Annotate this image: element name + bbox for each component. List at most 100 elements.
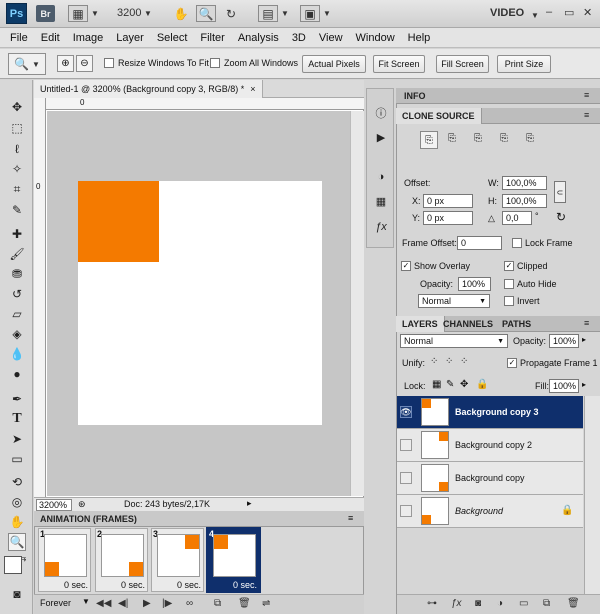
invert-checkbox[interactable] [504, 296, 514, 306]
vertical-scrollbar[interactable] [350, 111, 364, 496]
layer-name[interactable]: Background [455, 506, 503, 516]
zoom-tool-icon[interactable]: 🔍 [8, 533, 26, 551]
panel-menu-icon[interactable]: ≡ [348, 513, 353, 523]
clone-stamp-tool-icon[interactable]: ⛃ [8, 265, 26, 283]
chevron-down-icon[interactable]: ▼ [322, 5, 332, 22]
lock-transparency-icon[interactable]: ▦ [432, 379, 441, 390]
layer-row[interactable]: Background copy [397, 462, 583, 495]
zoom-all-windows-checkbox[interactable] [210, 58, 220, 68]
scale-h-field[interactable]: 100,0% [502, 194, 547, 208]
fx-panel-icon[interactable]: ƒx [373, 219, 389, 235]
restore-button[interactable]: ▭ [564, 6, 574, 19]
convert-timeline-icon[interactable]: ⇌ [262, 598, 270, 609]
layer-name[interactable]: Background copy 2 [455, 440, 532, 450]
pen-tool-icon[interactable]: ✒ [8, 390, 26, 408]
frame-delay[interactable]: 0 sec. [233, 580, 257, 590]
chevron-right-icon[interactable]: ▸ [582, 380, 586, 389]
brush-tool-icon[interactable]: 🖌 [8, 245, 26, 263]
eye-icon[interactable]: 👁 [400, 406, 412, 418]
workspace-switcher[interactable]: VIDEO [490, 7, 524, 19]
clone-source-4-icon[interactable]: ⎘ [500, 133, 508, 144]
auto-hide-checkbox[interactable] [504, 279, 514, 289]
layer-row[interactable]: Background 🔒 [397, 495, 583, 528]
move-tool-icon[interactable]: ✥ [8, 98, 26, 116]
offset-x-field[interactable]: 0 px [423, 194, 473, 208]
info-panel-icon[interactable]: ⓘ [373, 105, 389, 121]
swatches-panel-icon[interactable]: ▦ [373, 193, 389, 209]
visibility-toggle[interactable] [400, 505, 412, 517]
unify-style-icon[interactable]: ⁘ [460, 356, 468, 367]
overlay-opacity-field[interactable]: 100% [458, 277, 491, 291]
print-size-button[interactable]: Print Size [497, 55, 551, 73]
layers-scrollbar[interactable] [584, 396, 600, 594]
previous-frame-icon[interactable]: ◀| [118, 598, 128, 609]
chevron-down-icon[interactable]: ▼ [143, 5, 153, 22]
reset-transform-icon[interactable]: ↻ [556, 210, 566, 224]
fx-icon[interactable]: ƒx [451, 598, 462, 609]
layer-name[interactable]: Background copy [455, 473, 525, 483]
marquee-tool-icon[interactable]: ⬚ [8, 119, 26, 137]
animation-frame[interactable]: 1 0 sec. [38, 528, 91, 592]
layer-row[interactable]: Background copy 2 [397, 429, 583, 462]
tool-preset-picker[interactable]: 🔍 ▼ [8, 53, 46, 75]
clone-source-2-icon[interactable]: ⎘ [448, 133, 456, 144]
scale-w-field[interactable]: 100,0% [502, 176, 547, 190]
menu-window[interactable]: Window [356, 32, 395, 44]
menu-analysis[interactable]: Analysis [238, 32, 279, 44]
quick-mask-icon[interactable]: ◙ [8, 585, 26, 603]
new-group-icon[interactable]: ▭ [519, 598, 528, 609]
panel-menu-icon[interactable]: ≡ [584, 318, 589, 328]
chevron-down-icon[interactable]: ▼ [82, 597, 90, 606]
healing-brush-tool-icon[interactable]: ✚ [8, 225, 26, 243]
chevron-right-icon[interactable]: ▸ [247, 498, 252, 509]
menu-view[interactable]: View [319, 32, 343, 44]
zoom-out-icon[interactable]: ⊖ [76, 55, 93, 72]
zoom-in-icon[interactable]: ⊕ [57, 55, 74, 72]
clone-source-1-icon[interactable]: ⎘ [420, 131, 438, 149]
screen-mode-icon[interactable]: ▣ [300, 5, 320, 22]
link-layers-icon[interactable]: ⊶ [427, 598, 437, 609]
play-icon[interactable]: ▶ [143, 598, 151, 609]
frame-delay[interactable]: 0 sec. [64, 580, 88, 590]
type-tool-icon[interactable]: T [8, 410, 26, 428]
visibility-toggle[interactable] [400, 472, 412, 484]
menu-select[interactable]: Select [157, 32, 188, 44]
3d-rotate-tool-icon[interactable]: ⟲ [8, 473, 26, 491]
menu-filter[interactable]: Filter [200, 32, 224, 44]
delete-frame-icon[interactable]: 🗑 [238, 598, 251, 609]
new-layer-icon[interactable]: ⧉ [543, 598, 550, 609]
chevron-down-icon[interactable]: ▼ [280, 5, 290, 22]
close-button[interactable]: ✕ [583, 6, 592, 19]
lock-all-icon[interactable]: 🔒 [476, 379, 488, 390]
horizontal-ruler[interactable]: 0 [46, 98, 364, 110]
view-extras-icon[interactable]: ▦ [68, 5, 88, 22]
hand-tool-icon[interactable]: ✋ [8, 513, 26, 531]
offset-y-field[interactable]: 0 px [423, 211, 473, 225]
link-icon[interactable]: ⊂ [554, 181, 566, 203]
zoom-tool-icon[interactable]: 🔍 [196, 5, 216, 22]
panel-menu-icon[interactable]: ≡ [584, 110, 589, 120]
menu-layer[interactable]: Layer [116, 32, 144, 44]
actual-pixels-button[interactable]: Actual Pixels [302, 55, 366, 73]
menu-3d[interactable]: 3D [292, 32, 306, 44]
paint-bucket-tool-icon[interactable]: ◈ [8, 325, 26, 343]
path-selection-tool-icon[interactable]: ➤ [8, 430, 26, 448]
lasso-tool-icon[interactable]: ℓ [8, 140, 26, 158]
blur-tool-icon[interactable]: 💧 [8, 345, 26, 363]
chevron-down-icon[interactable]: ▼ [90, 5, 100, 22]
magic-wand-tool-icon[interactable]: ✧ [8, 160, 26, 178]
first-frame-icon[interactable]: ◀◀ [96, 598, 111, 609]
close-tab-icon[interactable]: × [250, 84, 255, 94]
chevron-right-icon[interactable]: ▸ [582, 335, 586, 344]
rotate-view-icon[interactable]: ↻ [222, 5, 240, 22]
unify-position-icon[interactable]: ⁘ [430, 356, 438, 367]
minimize-button[interactable]: – [546, 6, 552, 18]
tween-icon[interactable]: ∞ [186, 598, 193, 609]
propagate-frame-checkbox[interactable]: ✓ [507, 358, 517, 368]
history-brush-tool-icon[interactable]: ↺ [8, 285, 26, 303]
resize-windows-checkbox[interactable] [104, 58, 114, 68]
visibility-toggle[interactable] [400, 439, 412, 451]
dodge-tool-icon[interactable]: ● [8, 365, 26, 383]
fit-screen-button[interactable]: Fit Screen [373, 55, 425, 73]
tab-channels[interactable]: CHANNELS [437, 316, 499, 332]
